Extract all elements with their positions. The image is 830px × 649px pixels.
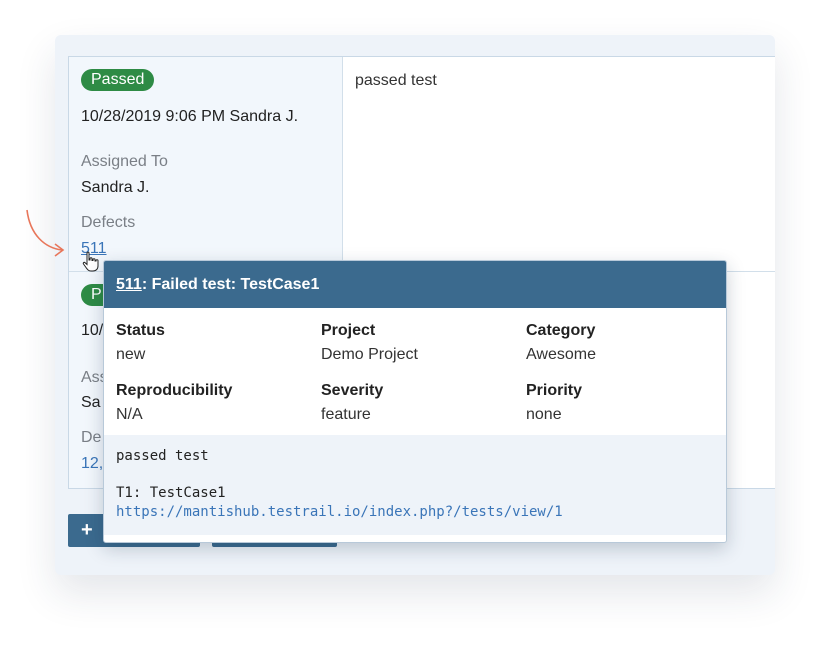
test-reference: T1: TestCase1 [116,485,226,501]
defect-popup: 511: Failed test: TestCase1 Status new P… [103,260,727,543]
description-text: passed test [116,448,209,464]
status-field-label: Status [116,322,165,339]
status-field-value: new [116,346,146,363]
category-field-value: Awesome [526,346,596,363]
project-field-value: Demo Project [321,346,418,363]
category-field-label: Category [526,322,596,339]
priority-field-label: Priority [526,382,583,399]
reproducibility-field-value: N/A [116,406,143,423]
popup-title-text: : Failed test: TestCase1 [141,276,320,293]
hand-pointer-icon [82,251,99,272]
popup-defect-link[interactable]: 511 [116,276,142,293]
defect-description: passed test T1: TestCase1 https://mantis… [104,435,726,535]
popup-header: 511: Failed test: TestCase1 [104,261,726,308]
priority-field-value: none [526,406,562,423]
severity-field-label: Severity [321,382,384,399]
popup-title: 511: Failed test: TestCase1 [116,276,319,294]
project-field-label: Project [321,322,376,339]
reproducibility-field-label: Reproducibility [116,382,233,399]
severity-field-value: feature [321,406,371,423]
test-url-link[interactable]: https://mantishub.testrail.io/index.php?… [116,504,563,520]
